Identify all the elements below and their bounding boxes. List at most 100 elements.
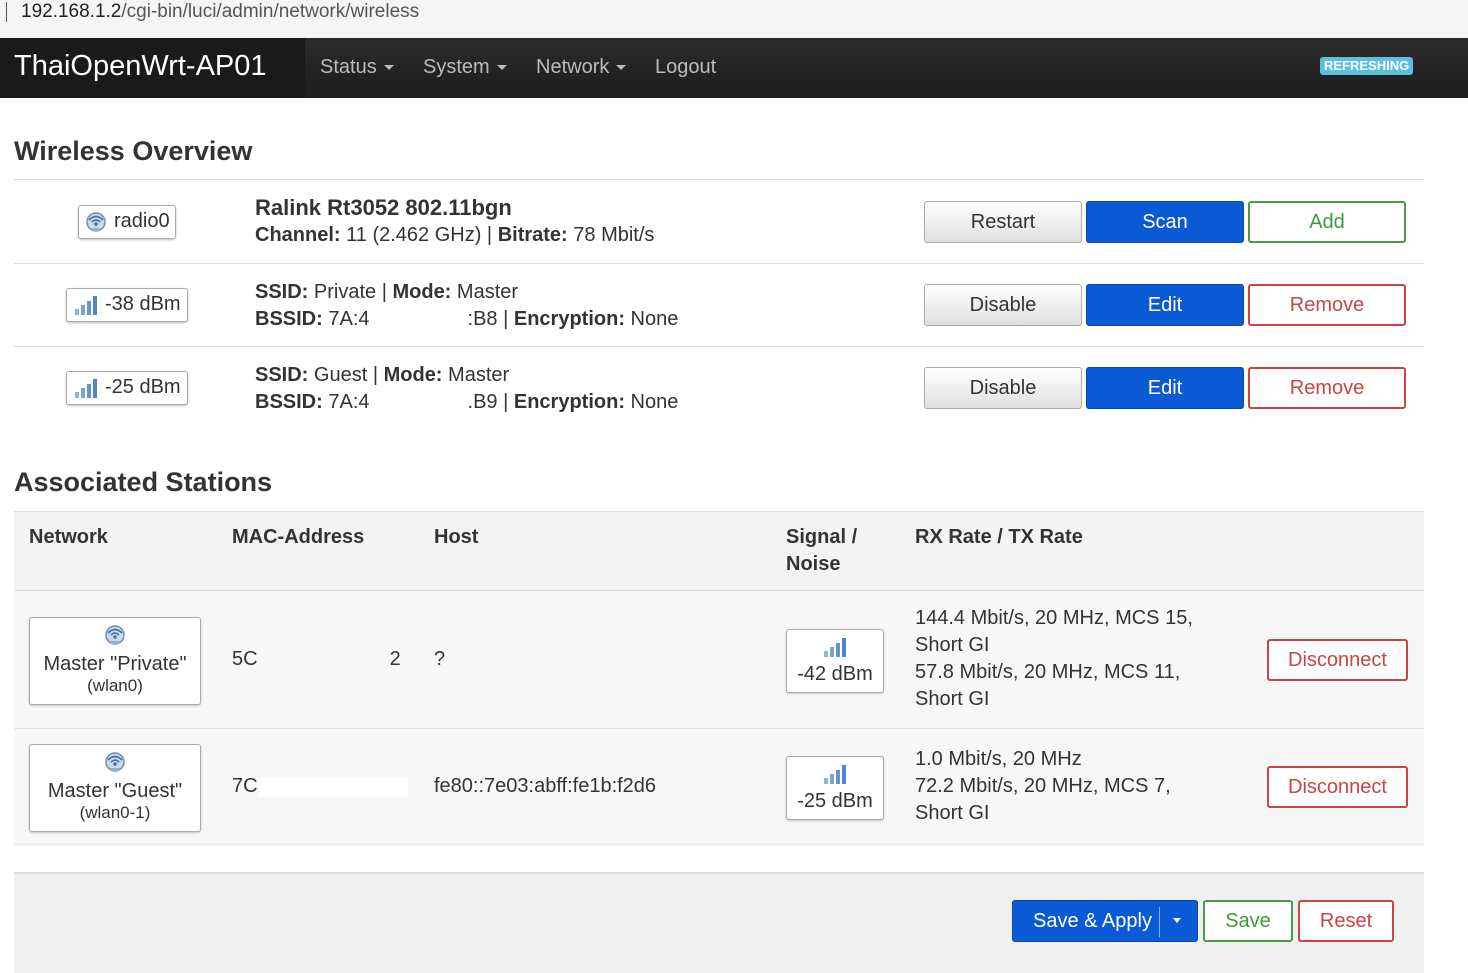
scan-button[interactable]: Scan [1086,201,1244,243]
url-path: /cgi-bin/luci/admin/network/wireless [121,1,420,22]
redacted-mask [257,649,390,670]
brand-hostname[interactable]: ThaiOpenWrt-AP01 [0,38,305,98]
browser-address-bar[interactable]: 192.168.1.2/cgi-bin/luci/admin/network/w… [0,0,1468,38]
col-signal-noise: Signal / Noise [786,524,857,578]
bitrate-value: 78 Mbit/s [573,224,655,246]
network-iface: (wlan0) [87,676,143,695]
bssid-label: BSSID: [255,391,323,413]
nav-logout-label: Logout [655,56,717,78]
signal-badge: -25 dBm [786,756,884,820]
table-row: Master "Private" (wlan0) 5C 2 ? -42 dBm 1… [14,591,1424,729]
nav-network-label: Network [536,56,610,78]
channel-label: Channel: [255,224,341,246]
remove-button[interactable]: Remove [1248,284,1406,326]
signal-value: -25 dBm [797,790,873,812]
wireless-overview-heading: Wireless Overview [14,136,253,166]
redacted-mask [369,309,468,330]
table-row: Master "Guest" (wlan0-1) 7C fe80::7e03:a… [14,729,1424,845]
nav-network-menu[interactable]: Network [536,38,627,98]
rate-line: Short GI [915,688,990,710]
bssid-prefix: 7A:4 [328,308,370,330]
col-signal-line1: Signal / [786,526,858,548]
bssid-suffix: :B8 | [467,308,509,330]
col-mac-address: MAC-Address [232,526,365,548]
save-apply-label: Save & Apply [1033,910,1152,932]
save-button[interactable]: Save [1203,900,1293,942]
mode-value: Master [456,281,519,303]
col-signal-line2: Noise [786,553,841,575]
network-iface: (wlan0-1) [79,803,151,822]
ssid-label: SSID: [255,281,309,303]
radio-device-name: Ralink Rt3052 802.11bgn [255,195,512,220]
nav-status-label: Status [320,56,377,78]
nav-system-label: System [423,56,490,78]
radio-badge: radio0 [78,205,176,239]
channel-value: 11 (2.462 GHz) | [346,224,493,246]
refreshing-badge[interactable]: REFRESHING [1320,57,1414,75]
signal-strength-icon [824,765,846,784]
divider [14,346,1424,347]
mac-address: 7C [232,773,408,800]
signal-value: -38 dBm [104,293,181,315]
edit-button[interactable]: Edit [1086,284,1244,326]
rate-line: 57.8 Mbit/s, 20 MHz, MCS 11, [915,661,1181,683]
bitrate-label: Bitrate: [497,224,568,246]
col-rx-tx-rate: RX Rate / TX Rate [915,526,1083,548]
add-button[interactable]: Add [1248,201,1406,243]
mode-value: Master [448,364,510,386]
split-divider [1159,907,1160,937]
disable-button[interactable]: Disable [924,367,1082,409]
rate-line: 144.4 Mbit/s, 20 MHz, MCS 15, [915,607,1193,629]
signal-value: -25 dBm [104,376,181,398]
mac-prefix: 5C [232,648,258,670]
remove-button[interactable]: Remove [1248,367,1406,409]
signal-strength-icon [824,638,846,657]
col-host: Host [434,526,479,548]
chevron-down-icon [616,65,627,71]
url-host: 192.168.1.2 [21,1,122,22]
ssid-value: Guest | [313,364,379,386]
url-text[interactable]: 192.168.1.2/cgi-bin/luci/admin/network/w… [21,0,419,24]
bssid-label: BSSID: [255,308,323,330]
restart-button[interactable]: Restart [924,201,1082,243]
ssid-value: Private | [313,281,387,303]
signal-value: -42 dBm [797,663,873,685]
top-navbar: ThaiOpenWrt-AP01 Status System Network L… [0,38,1468,98]
nav-logout-link[interactable]: Logout [655,38,716,98]
mode-label: Mode: [383,364,443,386]
encryption-value: None [630,308,679,330]
ssid-line: SSID: Guest | Mode: Master [255,362,509,389]
network-badge: Master "Private" (wlan0) [29,617,201,705]
nav-status-menu[interactable]: Status [320,38,394,98]
network-badge: Master "Guest" (wlan0-1) [29,744,201,832]
wifi-radio-icon [105,625,125,645]
chevron-down-icon [383,65,394,71]
caret-down-icon[interactable] [1173,918,1181,923]
mac-suffix: 2 [389,648,401,670]
edit-button[interactable]: Edit [1086,367,1244,409]
disable-button[interactable]: Disable [924,284,1082,326]
signal-badge: -42 dBm [786,629,884,693]
reset-button[interactable]: Reset [1298,900,1394,942]
network-name: Master "Private" [43,653,187,675]
rate-line: 72.2 Mbit/s, 20 MHz, MCS 7, [915,775,1171,797]
nav-system-menu[interactable]: System [423,38,507,98]
wifi-radio-icon [86,211,107,232]
signal-strength-icon [75,378,98,398]
action-footer: Save & Apply Save Reset [14,872,1424,973]
col-network: Network [29,526,108,548]
rate-line: Short GI [915,634,990,656]
redacted-mask [369,392,468,413]
host-value: ? [434,648,446,670]
disconnect-button[interactable]: Disconnect [1267,639,1408,681]
signal-badge: -25 dBm [66,371,188,405]
stations-table-header: Network MAC-Address Host Signal / Noise … [14,511,1424,591]
divider [14,179,1424,180]
disconnect-button[interactable]: Disconnect [1267,766,1408,808]
bssid-line: BSSID: 7A:4 :B8 | Encryption: None [255,306,678,333]
encryption-label: Encryption: [513,308,625,330]
save-apply-button[interactable]: Save & Apply [1012,900,1198,942]
ssid-line: SSID: Private | Mode: Master [255,279,518,306]
radio-name: radio0 [113,210,170,232]
text-caret [6,2,7,22]
